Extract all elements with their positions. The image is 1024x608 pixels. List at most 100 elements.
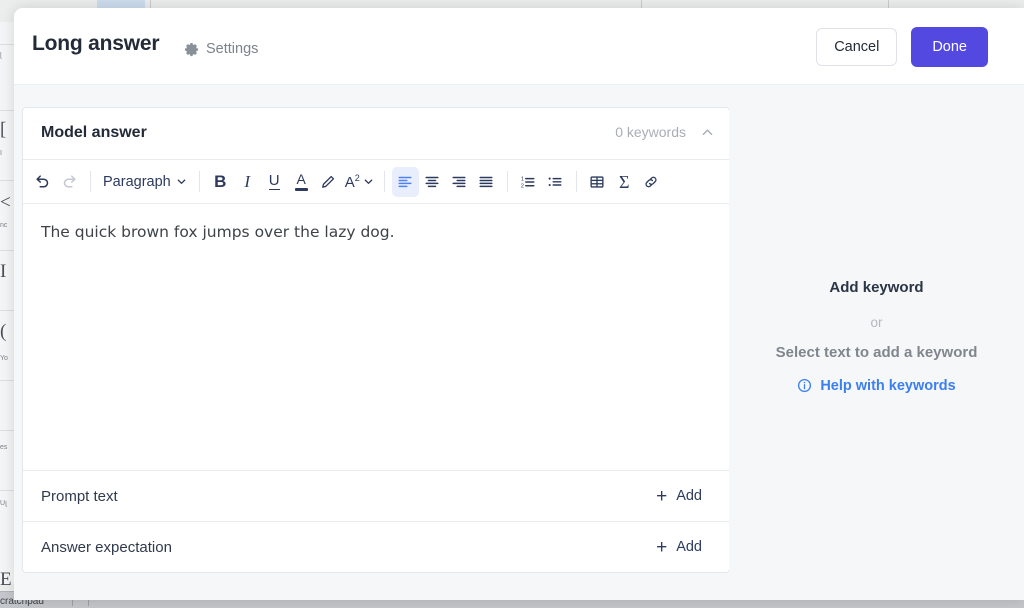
align-center-button[interactable] (419, 167, 446, 197)
undo-icon (36, 175, 49, 188)
long-answer-modal: Long answer Settings Cancel Done Model a… (14, 8, 1024, 600)
model-answer-title: Model answer (41, 124, 147, 141)
align-right-button[interactable] (446, 167, 473, 197)
italic-icon: I (244, 172, 251, 191)
align-left-icon (398, 176, 412, 187)
align-right-icon (452, 176, 466, 187)
keyword-panel-content: Add keyword or Select text to add a keyw… (729, 279, 1024, 399)
answer-expectation-row: Answer expectation + Add (23, 521, 729, 572)
math-button[interactable]: Σ (611, 167, 638, 197)
align-justify-button[interactable] (473, 167, 500, 197)
prompt-text-row: Prompt text + Add (23, 470, 729, 521)
underline-button[interactable]: U (261, 167, 288, 197)
text-color-swatch (294, 187, 308, 192)
plus-icon: + (656, 536, 668, 558)
keyword-hint: Select text to add a keyword (775, 343, 978, 361)
pen-highlight-icon (322, 175, 335, 188)
background-text-fragment: I (0, 150, 2, 157)
underline-icon: U (268, 172, 280, 190)
keyword-panel: Add keyword or Select text to add a keyw… (729, 85, 1024, 600)
bullet-list-icon (548, 177, 562, 186)
align-left-button[interactable] (391, 166, 419, 197)
background-rule (0, 250, 14, 251)
link-icon (645, 176, 657, 187)
toolbar-separator (575, 171, 577, 192)
settings-button[interactable]: Settings (184, 41, 258, 57)
svg-text:2: 2 (521, 183, 524, 189)
modal-body: Model answer 0 keywords Paragraph B I U … (14, 85, 1024, 600)
background-text-fragment: es (0, 444, 8, 451)
header-actions: Cancel Done (816, 27, 988, 67)
prompt-text-label: Prompt text (41, 487, 118, 505)
align-center-icon (425, 176, 439, 187)
sigma-math-icon: Σ (619, 171, 630, 192)
rich-text-toolbar: Paragraph B I U A A2 1 2 Σ (23, 160, 729, 204)
background-rule (0, 44, 14, 45)
done-button[interactable]: Done (911, 27, 988, 67)
redo-icon (63, 175, 76, 188)
info-circle-icon (797, 378, 812, 393)
bold-icon: B (214, 172, 227, 191)
background-rule (0, 490, 14, 491)
modal-header: Long answer Settings Cancel Done (14, 8, 1024, 85)
background-text-fragment: ( (0, 322, 7, 341)
superscript-button[interactable]: A2 (342, 167, 377, 197)
keyword-count-label: 0 keywords (615, 124, 686, 140)
toolbar-separator (90, 171, 91, 192)
insert-table-button[interactable] (584, 167, 611, 197)
bold-button[interactable]: B (207, 167, 234, 197)
background-text-fragment: Uլ (0, 500, 7, 507)
italic-button[interactable]: I (234, 167, 261, 197)
background-rule (0, 180, 14, 181)
background-text-fragment: I (0, 262, 7, 281)
bullet-list-button[interactable] (542, 167, 569, 197)
background-text-fragment: E (0, 570, 12, 589)
undo-button[interactable] (29, 167, 56, 197)
superscript-icon: A2 (344, 172, 360, 191)
svg-text:1: 1 (521, 176, 524, 182)
model-answer-card: Model answer 0 keywords Paragraph B I U … (22, 107, 730, 573)
paragraph-style-dropdown[interactable]: Paragraph (98, 168, 192, 196)
chevron-up-icon[interactable] (701, 126, 714, 139)
redo-button[interactable] (56, 167, 83, 197)
chevron-down-icon (177, 179, 186, 184)
page-title: Long answer (32, 32, 160, 55)
help-with-keywords-link[interactable]: Help with keywords (797, 377, 956, 394)
background-text-fragment: < (0, 193, 11, 212)
add-answer-expectation-label: Add (676, 539, 702, 555)
model-answer-text: The quick brown fox jumps over the lazy … (41, 223, 395, 241)
highlight-button[interactable] (315, 167, 342, 197)
background-rule (0, 310, 14, 311)
background-text-fragment: nc (0, 222, 8, 229)
link-button[interactable] (638, 167, 665, 197)
ordered-list-button[interactable]: 1 2 (515, 167, 542, 197)
chevron-down-icon (364, 179, 373, 184)
help-with-keywords-label: Help with keywords (820, 377, 956, 394)
table-icon (590, 175, 604, 188)
model-answer-header: Model answer 0 keywords (23, 108, 729, 160)
settings-label: Settings (206, 41, 259, 57)
text-color-letter: A (296, 170, 306, 187)
answer-expectation-label: Answer expectation (41, 538, 172, 556)
text-color-icon: A (294, 170, 308, 192)
background-text-fragment: [ (0, 52, 2, 59)
keyword-or-separator: or (870, 314, 883, 330)
toolbar-separator (506, 171, 508, 192)
background-rule (0, 110, 14, 111)
background-rule (0, 430, 14, 431)
toolbar-separator (383, 171, 385, 192)
background-text-fragment: [ (0, 120, 7, 139)
add-keyword-title: Add keyword (829, 278, 924, 296)
cancel-button[interactable]: Cancel (816, 28, 898, 66)
add-prompt-text-button[interactable]: + Add (656, 487, 702, 506)
background-rule (0, 380, 14, 381)
model-answer-editor[interactable]: The quick brown fox jumps over the lazy … (23, 204, 729, 470)
add-prompt-text-label: Add (676, 488, 702, 504)
text-color-button[interactable]: A (288, 167, 315, 197)
ordered-list-icon: 1 2 (521, 176, 535, 189)
gear-icon (184, 42, 199, 57)
plus-icon: + (656, 485, 668, 507)
toolbar-separator (198, 171, 200, 192)
keyword-count-toggle[interactable]: 0 keywords (615, 124, 714, 140)
add-answer-expectation-button[interactable]: + Add (656, 538, 702, 557)
